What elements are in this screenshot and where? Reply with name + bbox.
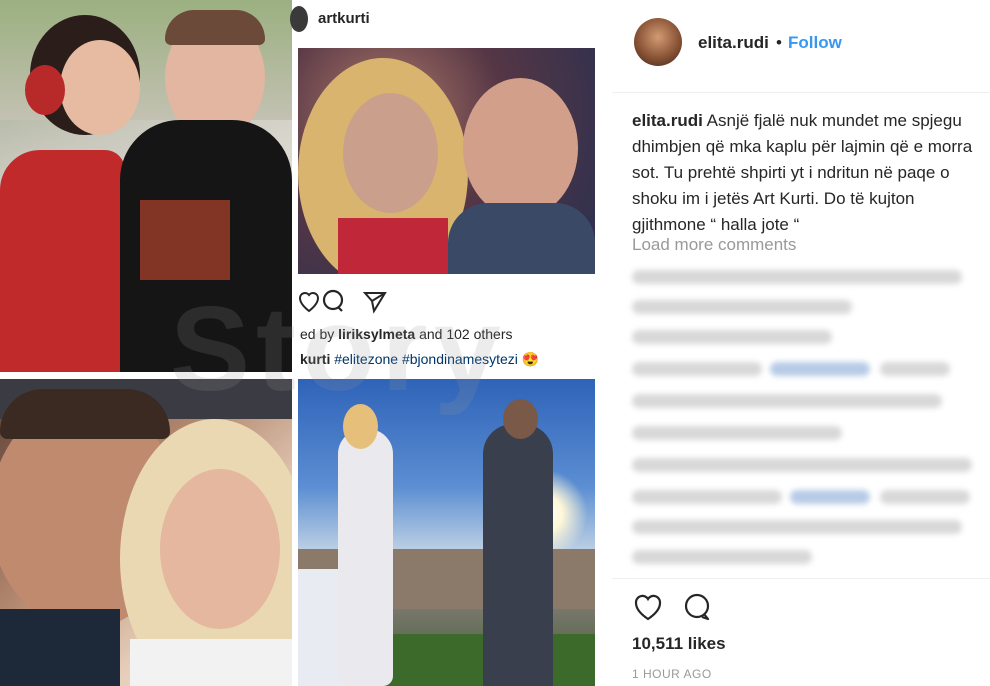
liked-by-suffix: and 102 others bbox=[415, 326, 513, 342]
post-caption: elita.rudi Asnjë fjalë nuk mundet me spj… bbox=[632, 108, 977, 238]
collage-divider-right bbox=[595, 0, 612, 686]
mid-caption-user[interactable]: kurti bbox=[300, 351, 330, 367]
avatar[interactable] bbox=[634, 18, 682, 66]
blurred-comment bbox=[632, 520, 962, 534]
blurred-mention bbox=[770, 362, 870, 376]
post-timestamp: 1 HOUR AGO bbox=[632, 667, 712, 681]
post-username[interactable]: elita.rudi bbox=[698, 33, 769, 53]
post-sidebar: elita.rudi • Follow elita.rudi Asnjë fja… bbox=[612, 0, 990, 686]
mid-post-liked-by: ed by liriksylmeta and 102 others bbox=[300, 326, 513, 342]
separator-dot: • bbox=[776, 33, 782, 52]
mid-post-username: artkurti bbox=[318, 10, 370, 27]
blurred-comment bbox=[880, 490, 970, 504]
share-icon[interactable] bbox=[362, 288, 388, 314]
blurred-comment bbox=[632, 490, 782, 504]
mid-caption-tags: #elitezone #bjondinamesytezi 😍 bbox=[330, 351, 540, 367]
header-divider bbox=[612, 92, 990, 93]
heart-icon[interactable] bbox=[632, 592, 664, 622]
liked-by-user[interactable]: liriksylmeta bbox=[338, 326, 415, 342]
likes-count[interactable]: 10,511 likes bbox=[632, 634, 726, 654]
heart-icon[interactable] bbox=[296, 288, 322, 314]
comment-icon[interactable] bbox=[682, 592, 712, 622]
blurred-mention bbox=[790, 490, 870, 504]
blurred-comment bbox=[632, 300, 852, 314]
blurred-comment bbox=[632, 426, 842, 440]
blurred-comment bbox=[632, 394, 942, 408]
liked-by-prefix: ed by bbox=[300, 326, 339, 342]
caption-username[interactable]: elita.rudi bbox=[632, 111, 703, 130]
photo-kiss-selfie bbox=[0, 379, 292, 686]
blurred-comment bbox=[632, 458, 972, 472]
photo-sunset-rooftop bbox=[298, 379, 595, 686]
blurred-comment bbox=[880, 362, 950, 376]
photo-couple-selfie bbox=[298, 48, 595, 274]
blurred-comment bbox=[632, 330, 832, 344]
comment-icon[interactable] bbox=[320, 288, 346, 314]
blurred-comment bbox=[632, 270, 962, 284]
follow-button[interactable]: Follow bbox=[788, 33, 842, 53]
mid-post-caption: kurti #elitezone #bjondinamesytezi 😍 bbox=[300, 351, 539, 368]
actions-divider bbox=[612, 578, 990, 579]
load-more-comments-button[interactable]: Load more comments bbox=[632, 235, 796, 255]
blurred-comment bbox=[632, 550, 812, 564]
blurred-comment bbox=[632, 362, 762, 376]
photo-couple-street bbox=[0, 0, 292, 372]
mid-post-avatar bbox=[290, 6, 308, 32]
